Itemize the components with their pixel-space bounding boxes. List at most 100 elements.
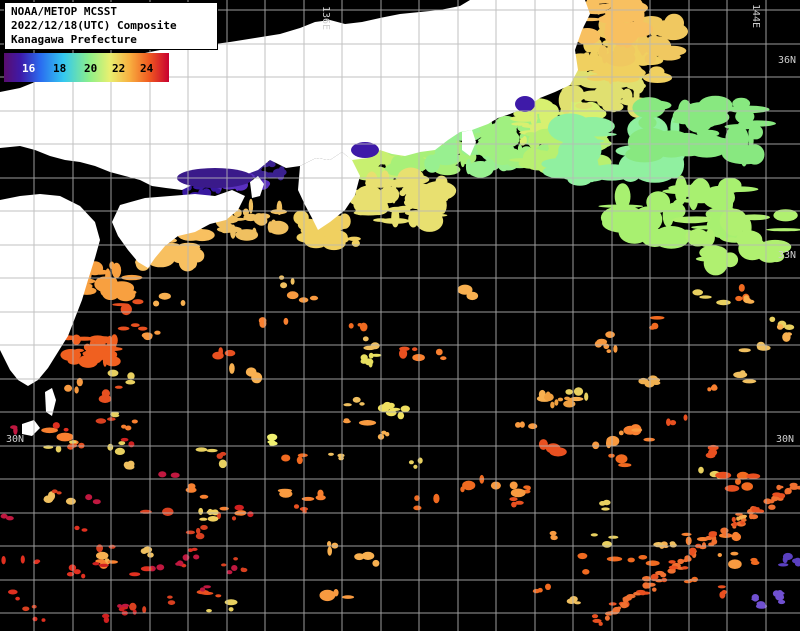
sst-patch xyxy=(698,466,704,474)
sst-patch xyxy=(751,597,759,601)
sst-patch xyxy=(689,549,695,556)
sst-patch xyxy=(131,419,138,424)
sst-patch xyxy=(270,219,277,233)
sst-patch xyxy=(124,464,135,470)
sst-patch xyxy=(20,555,25,564)
sst-patch xyxy=(219,451,227,456)
sst-patch xyxy=(367,200,389,216)
sst-patch xyxy=(278,166,285,175)
sst-patch xyxy=(681,216,712,220)
sst-patch xyxy=(549,447,567,457)
sst-patch xyxy=(775,593,785,601)
sst-patch xyxy=(658,45,687,56)
sst-patch xyxy=(98,563,109,568)
sst-patch xyxy=(55,445,62,453)
sst-patch xyxy=(125,379,136,385)
sst-patch xyxy=(114,447,125,455)
sst-patch xyxy=(526,485,531,491)
sst-patch xyxy=(206,609,212,613)
sst-patch xyxy=(81,573,86,579)
sst-patch xyxy=(231,516,237,521)
sst-patch xyxy=(276,200,283,215)
sst-patch xyxy=(233,557,239,561)
sst-patch xyxy=(247,511,254,518)
sst-patch xyxy=(668,560,676,564)
sst-patch xyxy=(215,594,222,598)
sst-patch xyxy=(399,346,410,351)
sst-patch xyxy=(692,289,703,296)
sst-patch xyxy=(297,453,308,458)
sst-patch xyxy=(628,21,643,38)
sst-patch xyxy=(440,356,447,361)
sst-patch xyxy=(615,74,640,83)
sst-patch xyxy=(267,434,276,439)
sst-patch xyxy=(221,563,227,567)
sst-patch xyxy=(218,459,227,469)
sst-patch xyxy=(138,326,148,331)
sst-patch xyxy=(589,48,599,67)
sst-patch xyxy=(738,348,751,353)
sst-patch xyxy=(111,334,118,347)
sst-patch xyxy=(98,394,112,403)
sst-patch xyxy=(92,562,100,566)
sst-patch xyxy=(681,566,689,570)
sst-patch xyxy=(643,437,655,442)
sst-patch xyxy=(195,447,208,452)
sst-patch xyxy=(81,528,88,532)
sst-patch xyxy=(282,493,288,497)
sst-map-view: 136E 144E 36N 33N 30N 30N NOAA/METOP MCS… xyxy=(0,0,800,631)
sst-patch xyxy=(117,292,123,298)
sst-patch xyxy=(777,485,784,489)
sst-patch xyxy=(728,559,742,569)
sst-patch xyxy=(652,381,661,385)
lat-label-30n-right: 30N xyxy=(776,434,795,445)
sst-patch xyxy=(382,405,394,409)
legend-label-24: 24 xyxy=(140,62,154,75)
sst-patch xyxy=(343,419,351,424)
sst-patch xyxy=(646,35,662,47)
sst-patch xyxy=(554,399,559,406)
legend-label-20: 20 xyxy=(84,62,98,75)
sst-patch xyxy=(65,497,76,505)
sst-patch xyxy=(413,464,418,469)
legend-label-18: 18 xyxy=(53,62,67,75)
sst-patch xyxy=(735,295,743,302)
sst-patch xyxy=(187,483,196,490)
sst-patch xyxy=(748,125,763,140)
sst-patch xyxy=(683,414,688,421)
sst-patch xyxy=(97,337,109,344)
sst-patch xyxy=(631,428,642,432)
sst-patch xyxy=(542,164,584,179)
sst-patch xyxy=(717,553,722,557)
sst-patch xyxy=(343,403,352,407)
sst-patch xyxy=(616,606,622,610)
sst-map xyxy=(0,0,800,631)
sst-patch xyxy=(660,572,667,578)
sst-patch xyxy=(8,589,18,595)
sst-patch xyxy=(385,432,390,437)
sst-patch xyxy=(608,602,617,606)
sst-patch xyxy=(742,217,752,238)
sst-patch xyxy=(108,544,116,549)
sst-patch xyxy=(52,422,60,429)
sst-patch xyxy=(537,587,543,593)
sst-patch xyxy=(668,565,679,570)
sst-patch xyxy=(733,371,748,378)
sst-patch xyxy=(359,402,365,406)
sst-patch xyxy=(245,367,257,377)
sst-patch xyxy=(132,299,144,305)
sst-patch xyxy=(172,251,187,264)
sst-patch xyxy=(602,499,611,506)
sst-patch xyxy=(296,456,303,465)
sst-patch xyxy=(362,336,369,342)
sst-patch xyxy=(576,135,602,164)
sst-patch xyxy=(142,606,147,614)
tokyo-bay-patch xyxy=(515,96,535,112)
sst-patch xyxy=(652,587,657,592)
title-region: Kanagawa Prefecture xyxy=(11,33,137,46)
sst-patch xyxy=(363,345,376,351)
sst-patch xyxy=(365,178,395,188)
sst-patch xyxy=(85,494,93,501)
sst-patch xyxy=(672,120,703,124)
sst-patch xyxy=(573,387,584,396)
